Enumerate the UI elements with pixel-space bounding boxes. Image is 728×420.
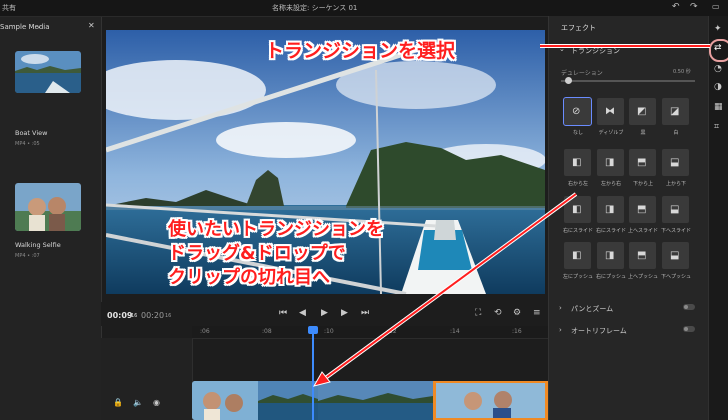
transition-tile[interactable]: ⊘ [563,97,592,126]
window-title: 名称未設定: シーケンス 01 [272,4,358,12]
redo-icon[interactable]: ↷ [690,2,698,12]
comment-icon[interactable]: ▭ [712,2,720,11]
transition-label: 白 [673,130,679,136]
transition-glyph-icon: ⧓ [605,106,615,117]
duration-slider-track[interactable] [561,80,695,82]
transition-tile[interactable]: ◨ [597,196,624,223]
layout-icon[interactable]: ▦ [714,102,723,112]
transition-glyph-icon: ◨ [605,204,615,215]
undo-icon[interactable]: ↶ [672,2,680,12]
share-label[interactable]: 共有 [2,3,16,13]
duration-frames: 16 [165,313,172,319]
transition-glyph-icon: ⬓ [670,204,680,215]
transition-tile[interactable]: ⬒ [629,242,656,269]
current-frames: 16 [131,313,138,319]
transition-glyph-icon: ⬒ [637,204,647,215]
ruler-tick: :06 [200,328,210,335]
transition-glyph-icon: ⬒ [637,157,647,168]
transition-tile[interactable]: ⬒ [629,196,656,223]
duration-slider-thumb[interactable] [564,77,572,84]
transition-glyph-icon: ◨ [605,157,615,168]
volume-icon[interactable]: 🔈 [133,398,143,407]
timeline-clip-selfie[interactable] [192,381,258,420]
transition-tile[interactable]: ⬓ [662,196,689,223]
transition-label: 下へスライド [660,228,691,234]
chevron-down-icon[interactable]: ⌄ [36,22,42,30]
media-panel: Sample Media ⌄ ✕ Boat View MP4 • :05 Wal… [0,17,102,420]
transition-tile[interactable]: ⧓ [597,98,624,125]
transition-glyph-icon: ◩ [637,106,647,117]
effects-header: エフェクト [561,24,596,32]
transition-glyph-icon: ⊘ [572,106,581,117]
transition-glyph-icon: ◪ [670,106,680,117]
media-meta: MP4 • :05 [15,141,40,147]
effects-icon[interactable]: ✦ [714,24,722,34]
transition-tile[interactable]: ◪ [662,98,689,125]
transition-label: 下へプッシュ [660,274,691,280]
transition-tile[interactable]: ◨ [597,242,624,269]
transition-tile[interactable]: ⬓ [662,242,689,269]
transition-glyph-icon: ◨ [605,250,615,261]
media-name: Walking Selfie [15,241,61,249]
transition-glyph-icon: ⬒ [637,250,647,261]
pan-zoom-toggle[interactable] [683,304,695,310]
media-name: Boat View [15,129,48,137]
speed-icon[interactable]: ◔ [714,64,722,74]
crop-icon[interactable]: ⌗ [714,122,719,132]
transition-glyph-icon: ◧ [572,157,582,168]
right-icon-bar: ✦ ⇄ ◔ ◑ ▦ ⌗ [708,16,728,420]
lock-icon[interactable]: 🔒 [113,398,123,407]
media-header[interactable]: Sample Media [0,23,50,31]
auto-reframe-toggle[interactable] [683,326,695,332]
top-bar: 共有 名称未設定: シーケンス 01 ↶ ↷ ▭ [0,0,728,17]
media-meta: MP4 • :07 [15,253,40,259]
annotation-arrow-drag [312,192,578,387]
transition-glyph-icon: ⬓ [670,157,680,168]
track-header: 🔒 🔈 ◉ [101,338,193,420]
transition-tile[interactable]: ◨ [597,149,624,176]
media-thumb-walking-selfie[interactable] [15,183,81,231]
go-to-start-icon[interactable]: ⏮ [279,308,287,318]
eye-icon[interactable]: ◉ [153,398,160,407]
transition-tile[interactable]: ◧ [564,149,591,176]
duration-label: デュレーション [561,70,603,77]
close-icon[interactable]: ✕ [88,21,95,30]
transition-icon[interactable]: ⇄ [714,43,722,53]
transition-tile[interactable]: ⬓ [662,149,689,176]
ruler-tick: :08 [262,328,272,335]
transition-tile[interactable]: ⬒ [629,149,656,176]
current-time: 00:09 [107,311,133,320]
transition-tile[interactable]: ◩ [629,98,656,125]
duration-value: 0.50 秒 [673,69,691,75]
transition-glyph-icon: ⬓ [670,250,680,261]
color-icon[interactable]: ◑ [714,82,722,92]
annotation-arrow-select [540,44,710,48]
annotation-select-transition: トランジションを選択 [265,40,456,62]
transition-label: 上から下 [665,181,686,187]
duration-time: 00:20 [141,311,165,320]
media-thumb-boat-view[interactable] [15,51,81,93]
